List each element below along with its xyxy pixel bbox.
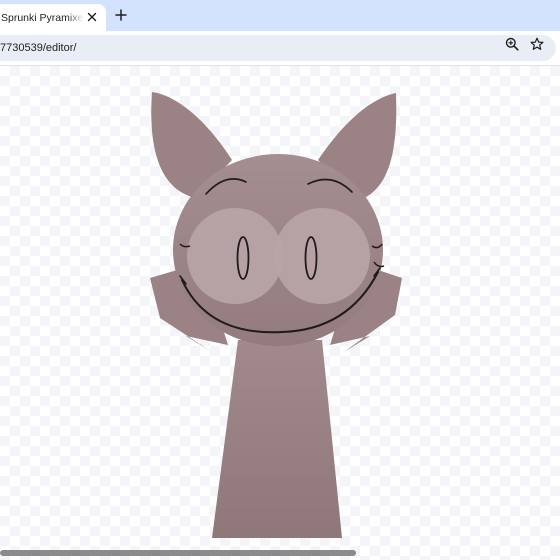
url-text[interactable]: 7730539/editor/ — [0, 42, 76, 54]
tab-strip: Sprunki Pyramixed E — [0, 0, 560, 31]
star-icon[interactable] — [527, 34, 547, 54]
zoom-icon[interactable] — [502, 34, 522, 54]
left-eye-disc — [187, 208, 283, 304]
address-bar[interactable]: 7730539/editor/ — [0, 35, 556, 61]
tab-title: Sprunki Pyramixed E — [1, 11, 84, 24]
scrollbar-thumb[interactable] — [0, 550, 356, 556]
right-eye-disc — [274, 208, 370, 304]
browser-toolbar: 7730539/editor/ — [0, 31, 560, 65]
close-icon[interactable] — [84, 9, 100, 25]
character-body — [212, 340, 342, 538]
sprunki-character[interactable] — [0, 66, 560, 560]
editor-canvas[interactable] — [0, 66, 560, 560]
browser-tab[interactable]: Sprunki Pyramixed E — [0, 4, 106, 31]
plus-icon[interactable] — [112, 6, 130, 24]
